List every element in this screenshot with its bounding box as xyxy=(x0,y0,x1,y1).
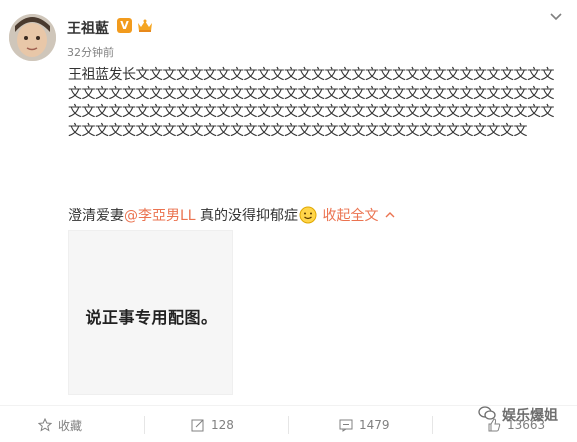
collapse-text-link[interactable]: 收起全文 xyxy=(323,208,379,224)
comment-count: 1479 xyxy=(359,418,390,432)
member-crown-icon xyxy=(136,18,154,33)
comment-button[interactable]: 1479 xyxy=(339,414,390,436)
watermark-text: 娱乐爆姐 xyxy=(502,408,558,424)
repost-button[interactable]: 128 xyxy=(191,414,234,436)
weibo-post-card: 王祖藍 V 32分钟前 王祖蓝发长文文文文文文文文文文文文文文文文文文文文文文文… xyxy=(0,0,577,442)
post-timestamp[interactable]: 32分钟前 xyxy=(67,44,114,60)
favorite-button[interactable]: 收藏 xyxy=(38,414,82,436)
chevron-down-icon[interactable] xyxy=(548,9,564,25)
image-caption: 说正事专用配图。 xyxy=(85,308,218,327)
watermark: 娱乐爆姐 xyxy=(478,405,558,425)
line2-suffix: 真的没得抑郁症 xyxy=(195,208,299,224)
wechat-icon xyxy=(478,405,496,425)
repost-icon xyxy=(191,419,204,432)
action-separator xyxy=(432,416,433,434)
smiley-emoji-icon xyxy=(299,206,317,224)
author-avatar[interactable] xyxy=(9,14,56,61)
action-separator xyxy=(288,416,289,434)
mention-link[interactable]: @李亞男LL xyxy=(124,208,196,224)
repost-count: 128 xyxy=(211,418,234,432)
post-image[interactable]: 说正事专用配图。 xyxy=(68,230,233,395)
favorite-label: 收藏 xyxy=(58,418,83,433)
verified-badge-icon: V xyxy=(117,18,132,33)
comment-icon xyxy=(339,419,353,432)
action-separator xyxy=(144,416,145,434)
post-body-text: 王祖蓝发长文文文文文文文文文文文文文文文文文文文文文文文文文文文文文文文文文文文… xyxy=(68,67,555,139)
post-body-line2: 澄清爱妻@李亞男LL 真的没得抑郁症 收起全文 xyxy=(68,205,395,225)
author-name[interactable]: 王祖藍 xyxy=(67,18,109,38)
star-icon xyxy=(38,418,52,432)
chevron-up-icon[interactable] xyxy=(385,208,395,218)
line2-prefix: 澄清爱妻 xyxy=(68,208,124,224)
